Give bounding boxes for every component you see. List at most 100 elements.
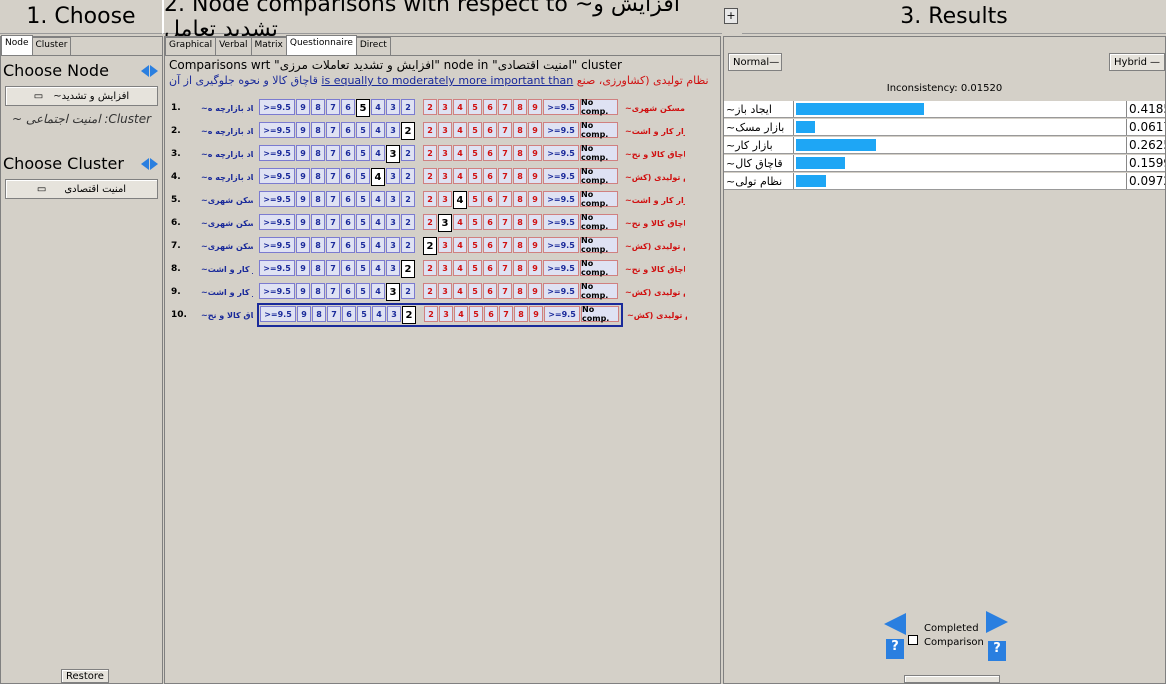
scale-right-cell[interactable]: 4	[453, 214, 467, 230]
scale-right-cell[interactable]: 4	[453, 260, 467, 276]
scale-right-cell[interactable]: 2	[423, 260, 437, 276]
scale-left-cell[interactable]: 2	[401, 214, 415, 230]
scale-right-cell[interactable]: 2	[423, 191, 437, 207]
scale-right-cell[interactable]: >=9.5	[543, 214, 579, 230]
scale-right-cell[interactable]: >=9.5	[543, 283, 579, 299]
scale-right-cell[interactable]: 7	[498, 214, 512, 230]
scale-left-cell[interactable]: 7	[326, 122, 340, 138]
scale-left-cell[interactable]: 5	[356, 214, 370, 230]
scale-left-cell[interactable]: >=9.5	[259, 168, 295, 184]
scale-left-cell[interactable]: 5	[356, 122, 370, 138]
scale-left-cell[interactable]: 6	[341, 99, 355, 115]
prev-cluster-icon[interactable]	[141, 157, 149, 170]
scale-left-cell[interactable]: >=9.5	[260, 306, 296, 322]
scale-right-cell[interactable]: 3	[438, 99, 452, 115]
scale-left-cell[interactable]: 4	[371, 283, 385, 299]
scale-left-cell[interactable]: 9	[296, 168, 310, 184]
scale-right-cell[interactable]: 7	[498, 168, 512, 184]
scale-left-cell[interactable]: 8	[311, 191, 325, 207]
scale-right-cell[interactable]: 6	[483, 237, 497, 253]
prev-comparison-icon[interactable]	[884, 613, 906, 635]
scale-left-cell[interactable]: 5	[356, 260, 370, 276]
scale-right-cell[interactable]: 6	[483, 99, 497, 115]
scale-left-cell[interactable]: 7	[326, 237, 340, 253]
scale-left-cell[interactable]: 4	[371, 214, 385, 230]
scale-right-cell[interactable]: 9	[528, 283, 542, 299]
scale-right-cell[interactable]: 2	[423, 145, 437, 161]
scale-left-cell[interactable]: 7	[326, 168, 340, 184]
scale-left-cell[interactable]: 5	[356, 283, 370, 299]
scale-left-cell[interactable]: >=9.5	[259, 283, 295, 299]
scale-right-cell[interactable]: 9	[529, 306, 543, 322]
scale-right-cell[interactable]: 2	[424, 306, 438, 322]
scale-right-cell[interactable]: 2	[423, 122, 437, 138]
scale-left-cell[interactable]: >=9.5	[259, 145, 295, 161]
scale-right-cell[interactable]: 3	[438, 191, 452, 207]
scale-right-cell[interactable]: 5	[468, 168, 482, 184]
scale-left-cell[interactable]: >=9.5	[259, 191, 295, 207]
next-node-icon[interactable]	[150, 64, 158, 77]
tab-matrix[interactable]: Matrix	[250, 37, 287, 55]
scale-left-cell[interactable]: 8	[311, 283, 325, 299]
scale-left-cell[interactable]: 5	[356, 237, 370, 253]
scale-right-cell[interactable]: 8	[513, 122, 527, 138]
bottom-button[interactable]	[904, 675, 1000, 683]
scale-left-cell[interactable]: 6	[341, 214, 355, 230]
prev-node-icon[interactable]	[141, 64, 149, 77]
scale-left-cell[interactable]: 2	[401, 191, 415, 207]
scale-left-cell[interactable]: 5	[356, 191, 370, 207]
scale-left-cell[interactable]: 9	[296, 191, 310, 207]
scale-right-cell[interactable]: 2	[423, 283, 437, 299]
scale-left-cell[interactable]: 2	[401, 99, 415, 115]
scale-left-cell[interactable]: 3	[386, 237, 400, 253]
scale-right-cell[interactable]: 6	[483, 168, 497, 184]
scale-left-cell[interactable]: 6	[341, 283, 355, 299]
scale-right-cell[interactable]: 8	[513, 99, 527, 115]
scale-right-cell[interactable]: 7	[498, 122, 512, 138]
scale-left-cell[interactable]: 6	[342, 306, 356, 322]
scale-left-cell[interactable]: 8	[311, 237, 325, 253]
scale-left-cell[interactable]: 6	[341, 237, 355, 253]
scale-left-cell[interactable]: 5	[357, 306, 371, 322]
scale-right-cell[interactable]: 5	[468, 191, 482, 207]
scale-right-cell[interactable]: >=9.5	[543, 99, 579, 115]
scale-left-cell[interactable]: 7	[326, 283, 340, 299]
scale-right-cell[interactable]: 6	[483, 214, 497, 230]
scale-left-cell[interactable]: 2	[401, 122, 415, 140]
scale-left-cell[interactable]: 6	[341, 168, 355, 184]
scale-right-cell[interactable]: 7	[498, 191, 512, 207]
scale-left-cell[interactable]: 6	[341, 260, 355, 276]
hybrid-select[interactable]: Hybrid —	[1109, 53, 1165, 71]
scale-left-cell[interactable]: 2	[401, 145, 415, 161]
scale-left-cell[interactable]: >=9.5	[259, 260, 295, 276]
scale-right-cell[interactable]: No comp.	[580, 144, 618, 162]
normal-select[interactable]: Normal —	[728, 53, 782, 71]
scale-left-cell[interactable]: 8	[311, 99, 325, 115]
scale-right-cell[interactable]: 3	[438, 237, 452, 253]
scale-left-cell[interactable]: 5	[356, 99, 370, 117]
scale-right-cell[interactable]: 9	[528, 145, 542, 161]
scale-right-cell[interactable]: 4	[454, 306, 468, 322]
tab-questionnaire[interactable]: Questionnaire	[285, 35, 357, 55]
scale-right-cell[interactable]: 6	[484, 306, 498, 322]
tab-direct[interactable]: Direct	[355, 37, 391, 55]
scale-right-cell[interactable]: 9	[528, 214, 542, 230]
next-comparison-icon[interactable]	[986, 611, 1008, 633]
scale-left-cell[interactable]: 2	[402, 306, 416, 324]
cluster-nav-arrows[interactable]	[141, 157, 158, 170]
scale-right-cell[interactable]: 4	[453, 191, 467, 209]
scale-left-cell[interactable]: 3	[386, 168, 400, 184]
scale-right-cell[interactable]: 9	[528, 122, 542, 138]
scale-right-cell[interactable]: >=9.5	[543, 168, 579, 184]
scale-right-cell[interactable]: 8	[513, 237, 527, 253]
scale-right-cell[interactable]: >=9.5	[543, 122, 579, 138]
scale-left-cell[interactable]: 3	[386, 260, 400, 276]
scale-right-cell[interactable]: 3	[438, 145, 452, 161]
scale-right-cell[interactable]: No comp.	[580, 190, 618, 208]
scale-right-cell[interactable]: No comp.	[581, 305, 619, 323]
scale-right-cell[interactable]: 8	[513, 168, 527, 184]
scale-left-cell[interactable]: 2	[401, 260, 415, 278]
scale-left-cell[interactable]: 7	[326, 145, 340, 161]
scale-right-cell[interactable]: 8	[513, 283, 527, 299]
scale-right-cell[interactable]: 4	[453, 237, 467, 253]
